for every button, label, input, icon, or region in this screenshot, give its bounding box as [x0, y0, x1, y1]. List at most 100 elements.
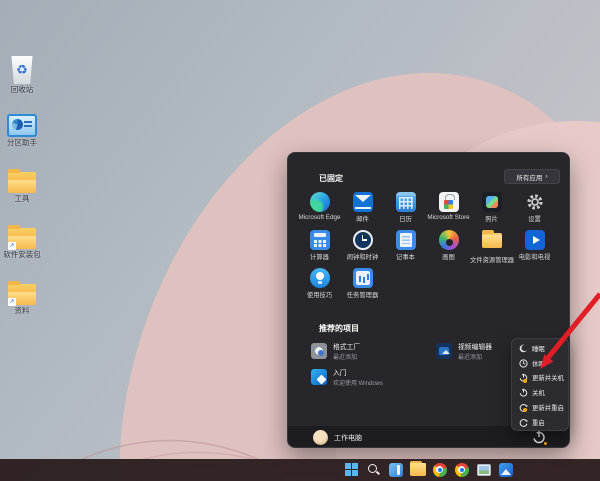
recommended-item-format-factory[interactable]: 格式工厂 最近添加 — [311, 339, 433, 363]
desktop-icon-folder-1[interactable]: 工具 — [0, 172, 44, 203]
menu-item-update-restart[interactable]: 更新并重启 — [512, 400, 568, 415]
taskbar-search-button[interactable] — [365, 461, 382, 478]
app-label: Microsoft Store — [427, 214, 470, 221]
desktop-icon-label: 资料 — [0, 307, 44, 315]
file-explorer-icon — [410, 464, 426, 476]
update-badge — [523, 379, 527, 383]
recycle-bin-icon: ♻ — [10, 56, 34, 84]
taskbar-photos-button[interactable] — [497, 461, 514, 478]
taskbar-chrome-2-button[interactable] — [453, 461, 470, 478]
pinned-app-task-manager[interactable]: 任务管理器 — [341, 268, 384, 304]
pinned-app-edge[interactable]: Microsoft Edge — [298, 192, 341, 228]
movies-tv-icon — [525, 230, 545, 250]
pinned-app-store[interactable]: Microsoft Store — [427, 192, 470, 228]
menu-item-label: 重启 — [532, 418, 545, 427]
recommended-subtitle: 最近添加 — [458, 352, 492, 361]
app-label: 闹钟和时钟 — [341, 252, 384, 261]
recommended-subtitle: 最近添加 — [333, 352, 360, 361]
folder-icon — [8, 172, 36, 193]
notepad-icon — [396, 230, 416, 250]
app-label: 设置 — [513, 214, 556, 223]
menu-item-label: 睡眠 — [532, 344, 545, 353]
menu-item-label: 更新并关机 — [532, 373, 564, 382]
all-apps-button[interactable]: 所有应用 › — [504, 169, 560, 184]
menu-item-restart[interactable]: 重启 — [512, 415, 568, 430]
chrome-icon — [455, 463, 469, 477]
pinned-app-calendar[interactable]: 日历 — [384, 192, 427, 228]
store-icon — [439, 192, 459, 212]
menu-item-hibernate[interactable]: 休眠 — [512, 356, 568, 371]
photos-icon — [499, 463, 513, 477]
taskbar-image-viewer-button[interactable] — [475, 461, 492, 478]
shutdown-icon — [519, 388, 528, 397]
app-label: 文件资源管理器 — [470, 255, 513, 264]
app-label: 照片 — [470, 214, 513, 223]
menu-item-label: 休眠 — [532, 359, 545, 368]
desktop-icon-folder-3[interactable]: ↗ 资料 — [0, 284, 44, 315]
app-label: 任务管理器 — [341, 290, 384, 299]
app-label: 记事本 — [384, 252, 427, 261]
menu-item-update-shutdown[interactable]: 更新并关机 — [512, 371, 568, 386]
pinned-app-calculator[interactable]: 计算器 — [298, 230, 341, 266]
app-label: 计算器 — [298, 252, 341, 261]
widgets-icon — [389, 463, 403, 477]
desktop-icon-label: 分区助手 — [0, 139, 44, 147]
photos-icon — [482, 192, 502, 212]
app-label: Microsoft Edge — [298, 214, 341, 221]
recommended-subtitle: 欢迎使用 Windows — [333, 378, 383, 387]
menu-item-shutdown[interactable]: 关机 — [512, 385, 568, 400]
get-started-icon — [311, 369, 327, 385]
mail-icon — [353, 192, 373, 212]
recommended-title: 视频编辑器 — [458, 341, 492, 351]
sleep-icon — [519, 344, 528, 353]
user-name[interactable]: 工作电脑 — [334, 433, 362, 443]
hibernate-icon — [519, 359, 528, 368]
start-icon — [345, 463, 358, 476]
clock-icon — [353, 230, 373, 250]
power-button[interactable] — [531, 429, 547, 445]
file-explorer-icon — [482, 233, 502, 253]
folder-icon: ↗ — [8, 284, 36, 305]
pinned-app-settings[interactable]: 设置 — [513, 192, 556, 228]
image-viewer-icon — [477, 464, 491, 476]
pinned-app-mail[interactable]: 邮件 — [341, 192, 384, 228]
shortcut-arrow-icon: ↗ — [8, 298, 16, 306]
desktop-icon-folder-2[interactable]: ↗ 软件安装包 — [0, 228, 44, 259]
recommended-section-header: 推荐的项目 — [319, 323, 359, 334]
recommended-title: 格式工厂 — [333, 341, 360, 351]
pinned-app-alarms-clock[interactable]: 闹钟和时钟 — [341, 230, 384, 266]
power-flyout-menu: 睡眠 休眠 更新并关机 关机 — [511, 338, 569, 431]
desktop-icon-recycle-bin[interactable]: ♻ 回收站 — [0, 56, 44, 94]
taskbar — [0, 459, 600, 481]
recommended-title: 入门 — [333, 367, 383, 377]
app-label: 邮件 — [341, 214, 384, 223]
taskbar-file-explorer-button[interactable] — [409, 461, 426, 478]
pinned-app-photos[interactable]: 照片 — [470, 192, 513, 228]
app-label: 日历 — [384, 214, 427, 223]
search-icon — [367, 463, 380, 476]
calculator-icon — [310, 230, 330, 250]
chevron-right-icon: › — [545, 173, 547, 180]
app-label: 使用技巧 — [298, 290, 341, 299]
menu-item-label: 关机 — [532, 388, 545, 397]
taskbar-start-button[interactable] — [343, 461, 360, 478]
tips-icon — [310, 268, 330, 288]
taskbar-widgets-button[interactable] — [387, 461, 404, 478]
settings-gear-icon — [525, 192, 545, 212]
pinned-app-tips[interactable]: 使用技巧 — [298, 268, 341, 304]
recommended-item-get-started[interactable]: 入门 欢迎使用 Windows — [311, 365, 433, 389]
desktop-icon-partition-tool[interactable]: 分区助手 — [0, 114, 44, 147]
menu-item-sleep[interactable]: 睡眠 — [512, 341, 568, 356]
pinned-app-paint[interactable]: 画图 — [427, 230, 470, 266]
pinned-app-notepad[interactable]: 记事本 — [384, 230, 427, 266]
task-manager-icon — [353, 268, 373, 288]
restart-icon — [519, 418, 528, 427]
taskbar-chrome-button[interactable] — [431, 461, 448, 478]
desktop-icon-label: 工具 — [0, 195, 44, 203]
shortcut-arrow-icon: ↗ — [8, 242, 16, 250]
user-avatar[interactable] — [313, 430, 328, 445]
desktop-icon-label: 回收站 — [0, 86, 44, 94]
pinned-app-file-explorer[interactable]: 文件资源管理器 — [470, 230, 513, 266]
edge-icon — [310, 192, 330, 212]
pinned-app-movies-tv[interactable]: 电影和电视 — [513, 230, 556, 266]
